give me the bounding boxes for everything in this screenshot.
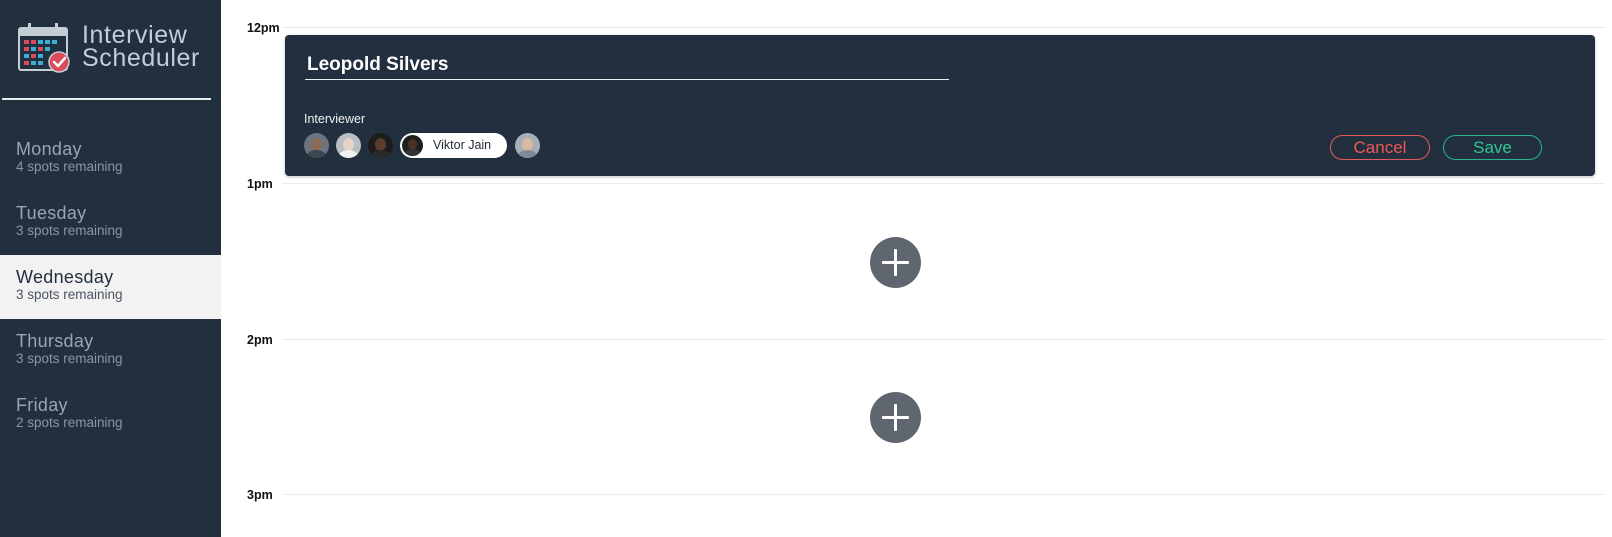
day-spots-remaining: 3 spots remaining	[16, 287, 123, 302]
day-spots-remaining: 3 spots remaining	[16, 223, 123, 238]
interviewer-avatar[interactable]	[515, 132, 541, 158]
app-root: Interview Scheduler Monday 4 spots remai…	[0, 0, 1612, 537]
day-item-thursday[interactable]: Thursday 3 spots remaining	[0, 319, 221, 383]
interviewer-list: Viktor Jain	[304, 132, 547, 158]
day-name: Tuesday	[16, 203, 87, 223]
interviewer-avatar	[402, 134, 423, 156]
appointment-form: Interviewer Viktor Jain	[285, 35, 1595, 176]
sidebar: Interview Scheduler Monday 4 spots remai…	[0, 0, 221, 537]
day-spots-remaining: 2 spots remaining	[16, 415, 123, 430]
day-list: Monday 4 spots remaining Tuesday 3 spots…	[0, 127, 221, 447]
app-title: Interview Scheduler	[82, 23, 200, 72]
time-label-3pm: 3pm	[247, 488, 273, 502]
day-name: Friday	[16, 395, 68, 415]
day-item-friday[interactable]: Friday 2 spots remaining	[0, 383, 221, 447]
interviewer-avatar[interactable]	[304, 132, 329, 158]
day-spots-remaining: 4 spots remaining	[16, 159, 123, 174]
selected-interviewer-name: Viktor Jain	[433, 138, 492, 152]
calendar-check-icon	[18, 23, 70, 73]
add-appointment-button[interactable]	[870, 392, 921, 443]
sidebar-divider	[2, 98, 211, 100]
day-item-monday[interactable]: Monday 4 spots remaining	[0, 127, 221, 191]
day-name: Thursday	[16, 331, 94, 351]
day-item-tuesday[interactable]: Tuesday 3 spots remaining	[0, 191, 221, 255]
day-name: Monday	[16, 139, 82, 159]
day-spots-remaining: 3 spots remaining	[16, 351, 123, 366]
student-name-input[interactable]	[305, 51, 949, 80]
cancel-button[interactable]: Cancel	[1330, 135, 1430, 160]
day-item-wednesday[interactable]: Wednesday 3 spots remaining	[0, 255, 221, 319]
time-label-2pm: 2pm	[247, 333, 273, 347]
interviewer-label: Interviewer	[304, 112, 366, 126]
hour-divider	[283, 183, 1605, 184]
hour-divider	[283, 27, 1605, 28]
add-appointment-button[interactable]	[870, 237, 921, 288]
time-label-12pm: 12pm	[247, 21, 280, 35]
interviewer-selected[interactable]: Viktor Jain	[400, 132, 508, 158]
interviewer-avatar[interactable]	[336, 132, 361, 158]
hour-divider	[283, 494, 1605, 495]
app-title-line2: Scheduler	[82, 44, 200, 72]
day-name: Wednesday	[16, 267, 114, 287]
time-label-1pm: 1pm	[247, 177, 273, 191]
save-button[interactable]: Save	[1443, 135, 1542, 160]
interviewer-avatar[interactable]	[368, 132, 393, 158]
schedule: 12pm 1pm 2pm 3pm Interviewer	[221, 0, 1612, 537]
hour-divider	[283, 339, 1605, 340]
